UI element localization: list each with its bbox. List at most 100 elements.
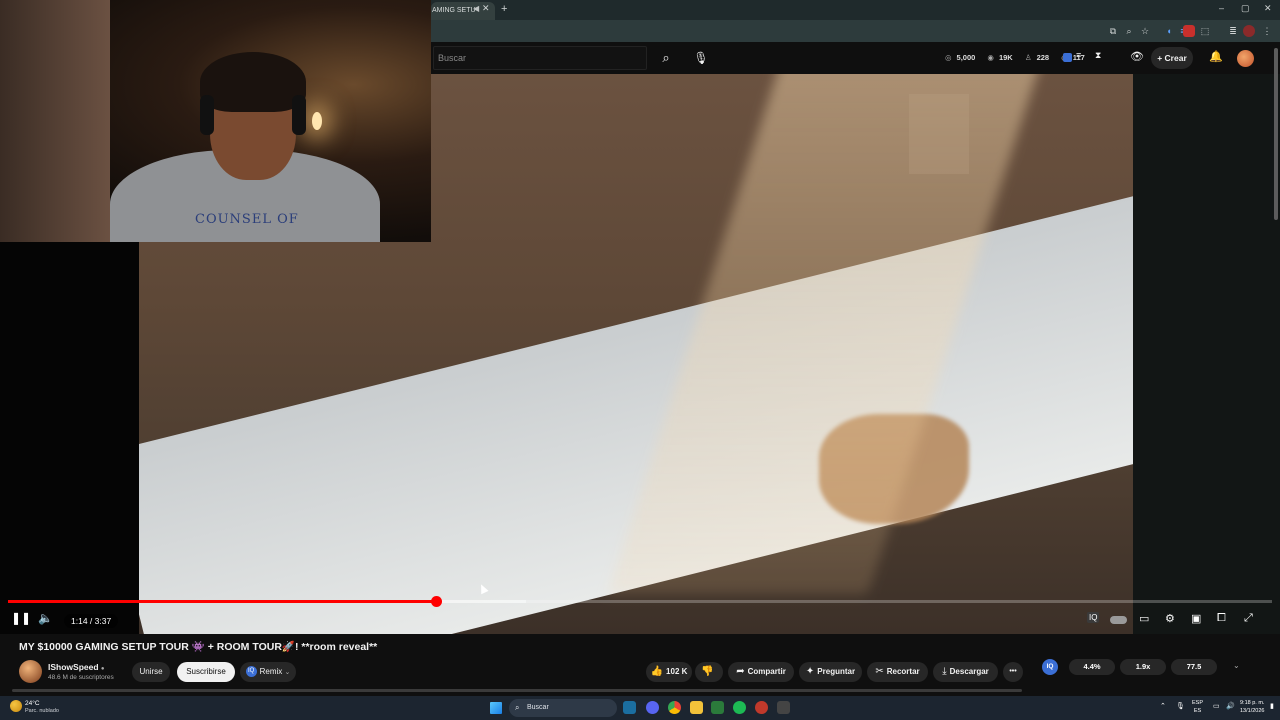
language-code: ESP <box>1192 700 1204 706</box>
settings-gear-icon[interactable]: ⚙ <box>1165 612 1175 625</box>
volume-button[interactable]: 🔈 <box>38 611 53 625</box>
metric-percentage: 4.4% <box>1069 659 1115 675</box>
metrics-expand-chevron-icon[interactable]: ⌄ <box>1233 661 1240 670</box>
minimize-button[interactable]: – <box>1219 3 1224 13</box>
file-explorer-icon[interactable] <box>690 701 703 714</box>
channel-name[interactable]: IShowSpeed ● <box>48 662 105 672</box>
clip-button[interactable]: ✂ Recortar <box>867 662 928 682</box>
extension-red-icon[interactable] <box>1183 25 1195 37</box>
horizontal-scrollbar[interactable] <box>12 689 1022 692</box>
profile-icon[interactable] <box>1243 25 1255 37</box>
tab-audio-icon[interactable]: ◀ <box>473 4 479 13</box>
webcam-wall <box>0 0 110 242</box>
install-icon[interactable]: ⧉ <box>1107 25 1119 37</box>
network-icon[interactable]: ▭ <box>1213 702 1220 710</box>
progress-played <box>8 600 437 603</box>
like-button[interactable]: 👍 102 K <box>646 662 692 682</box>
search-input[interactable] <box>434 47 646 69</box>
weather-temperature[interactable]: 24°C <box>25 700 40 707</box>
windows-start-icon[interactable] <box>490 702 502 714</box>
miniplayer-icon[interactable]: ▣ <box>1191 612 1201 625</box>
maximize-button[interactable]: ▢ <box>1241 3 1250 14</box>
page-scrollbar[interactable] <box>1273 42 1279 692</box>
search-box <box>433 46 647 70</box>
clip-label: Recortar <box>886 667 920 676</box>
clock-date: 13/1/2026 <box>1240 708 1265 714</box>
extension-puzzle-icon[interactable]: ⬚ <box>1199 25 1211 37</box>
download-button[interactable]: ⤓ Descargar <box>933 662 998 682</box>
download-label: Descargar <box>949 667 989 676</box>
subtitles-icon[interactable]: ▭ <box>1139 612 1149 625</box>
video-title: MY $10000 GAMING SETUP TOUR 👾 + ROOM TOU… <box>19 641 378 653</box>
recording-app-icon[interactable] <box>755 701 768 714</box>
mic-tray-icon[interactable]: 🎙 <box>1176 702 1185 710</box>
zoom-icon[interactable]: ⌕ <box>1123 25 1135 37</box>
bookmark-star-icon[interactable]: ☆ <box>1139 25 1151 37</box>
player-controls: ❚❚ 🔈 1:14 / 3:37 IQ ▭ ⚙ ▣ ⧠ ⤢ <box>0 608 1280 634</box>
input-language[interactable]: ESP ES <box>1192 699 1203 715</box>
weather-description[interactable]: Parc. nublado <box>25 708 59 714</box>
subscribe-button[interactable]: Suscribirse <box>177 662 235 682</box>
tab-title: AMING SETU <box>432 7 476 14</box>
iq-player-icon[interactable]: IQ <box>1087 612 1100 623</box>
notification-center-icon[interactable]: ▮ <box>1270 702 1274 710</box>
headset-left <box>200 95 214 135</box>
user-avatar[interactable] <box>1237 50 1254 67</box>
taskbar-search-label: Buscar <box>527 704 549 711</box>
new-tab-button[interactable]: + <box>501 3 507 15</box>
remix-iq-icon: IQ <box>245 666 257 678</box>
autoplay-toggle[interactable] <box>1110 616 1127 624</box>
scrollbar-thumb[interactable] <box>1274 48 1278 220</box>
hourglass-icon[interactable]: ⧗ <box>1095 50 1101 61</box>
metric-score: 77.5 <box>1171 659 1217 675</box>
close-window-button[interactable]: ✕ <box>1264 3 1272 14</box>
system-clock[interactable]: 9:18 p. m. 13/1/2026 <box>1240 699 1264 715</box>
iq-metrics-icon[interactable]: IQ <box>1042 659 1058 675</box>
thumbs-down-icon: 👎 <box>701 666 714 677</box>
spotify-app-icon[interactable] <box>733 701 746 714</box>
pause-button[interactable]: ❚❚ <box>11 611 31 625</box>
spreadsheet-app-icon[interactable] <box>711 701 724 714</box>
thumbs-up-icon: 👍 <box>650 666 664 677</box>
ask-button[interactable]: ✦ Preguntar <box>799 662 862 682</box>
more-actions-button[interactable]: ••• <box>1003 662 1023 682</box>
fullscreen-icon[interactable]: ⤢ <box>1244 612 1253 625</box>
eye-icon[interactable]: 👁 <box>1130 50 1144 63</box>
dislike-button[interactable]: 👎 <box>695 662 723 682</box>
verified-icon: ● <box>100 666 105 672</box>
extension-sound-icon[interactable]: ◖ <box>1163 25 1175 37</box>
iq-extension-badge[interactable] <box>1063 53 1072 62</box>
media-control-icon[interactable]: ≣ <box>1227 25 1239 37</box>
video-letterbox-right <box>1133 74 1280 634</box>
share-button[interactable]: ➦ Compartir <box>728 662 794 682</box>
channel-avatar[interactable] <box>19 660 42 683</box>
steam-app-icon[interactable] <box>623 701 636 714</box>
search-button[interactable]: ⌕ <box>651 46 681 70</box>
weather-icon[interactable] <box>10 700 22 712</box>
remix-button[interactable]: IQ Remix ⌄ <box>240 662 296 682</box>
like-count: 102 K <box>666 667 688 676</box>
progress-bar[interactable] <box>8 596 1272 607</box>
tray-chevron-up-icon[interactable]: ⌃ <box>1160 702 1166 710</box>
download-icon: ⤓ <box>942 666 947 677</box>
stat-users: 228 <box>1036 53 1050 62</box>
discord-app-icon[interactable] <box>646 701 659 714</box>
remix-label: Remix <box>259 667 283 676</box>
keyboard-layout: ES <box>1193 708 1202 714</box>
browser-menu-icon[interactable]: ⋮ <box>1261 25 1273 37</box>
taskbar-search[interactable]: ⌕ Buscar <box>509 699 617 717</box>
notifications-bell-icon[interactable]: 🔔 <box>1209 50 1223 63</box>
chrome-app-icon[interactable] <box>668 701 681 714</box>
tab-close-icon[interactable]: ✕ <box>482 3 490 14</box>
speaker-tray-icon[interactable]: 🔊 <box>1226 702 1235 710</box>
voice-search-button[interactable]: 🎙 <box>689 46 713 70</box>
terminal-app-icon[interactable] <box>777 701 790 714</box>
volume-icon: 🔈 <box>38 611 53 625</box>
list-icon[interactable]: ≡ <box>1076 50 1081 60</box>
stat-views: 19K <box>998 53 1013 62</box>
clock-time: 9:18 p. m. <box>1240 700 1265 706</box>
join-button[interactable]: Unirse <box>132 662 170 682</box>
create-button[interactable]: + Crear <box>1151 47 1193 69</box>
youtube-header: ⌕ 🎙 ◎5,000 ◉19K ♙228 ◉117 ≡ ⧗ 👁 + Crear … <box>431 42 1280 74</box>
cast-icon[interactable]: ⧠ <box>1217 612 1226 625</box>
